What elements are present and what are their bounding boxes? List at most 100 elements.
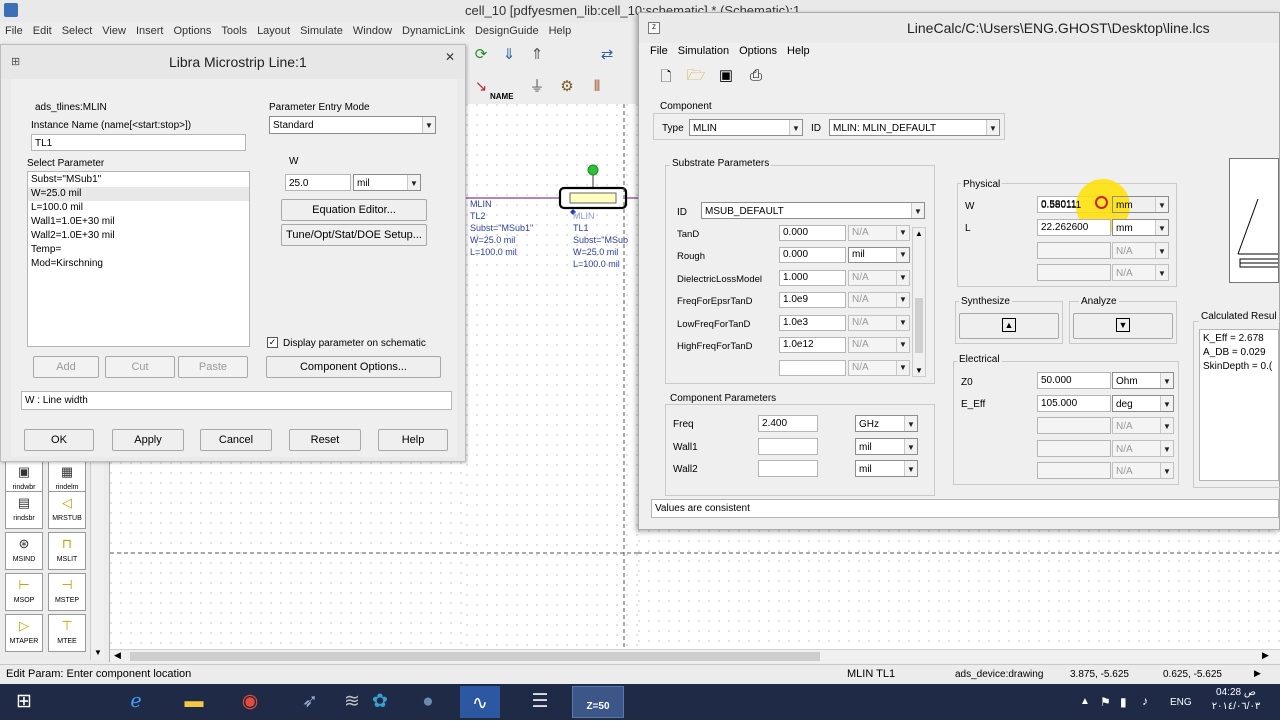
menu-insert[interactable]: Insert bbox=[131, 21, 169, 41]
substrate-row-unit[interactable]: N/A ▼ bbox=[848, 292, 910, 308]
substrate-row-unit[interactable]: N/A ▼ bbox=[848, 270, 910, 286]
phys-empty-unit[interactable]: N/A ▼ bbox=[1112, 264, 1169, 281]
scroll-down-icon[interactable]: ▼ bbox=[915, 366, 923, 375]
schematic-canvas-right[interactable] bbox=[638, 530, 1280, 649]
eeff-unit-select[interactable]: deg ▼ bbox=[1112, 395, 1174, 412]
equation-editor-button[interactable]: Equation Editor... bbox=[281, 199, 427, 221]
cut-button[interactable]: Cut bbox=[105, 356, 175, 378]
substrate-param-list[interactable]: TanD 0.000 N/A ▼ Rough 0.000 mil ▼ Dielect… bbox=[671, 225, 929, 379]
file-explorer-icon[interactable]: ▬ bbox=[174, 684, 214, 720]
display-parameter-checkbox[interactable]: ✓ bbox=[267, 337, 278, 348]
palette-mslit[interactable]: ⊓ MSLIT bbox=[48, 532, 86, 570]
chrome-icon[interactable]: ◉ bbox=[230, 684, 270, 720]
component-options-button[interactable]: Component Options... bbox=[266, 356, 441, 378]
palette-mstep[interactable]: ⊣ MSTEP bbox=[48, 573, 86, 611]
simulate-icon[interactable]: ⇓ bbox=[498, 44, 520, 66]
document-app-icon[interactable]: ☰ bbox=[520, 684, 560, 720]
waveform-app-icon[interactable]: ∿ bbox=[460, 686, 500, 718]
substrate-row-value[interactable]: 0.000 bbox=[779, 225, 846, 241]
menu-designguide[interactable]: DesignGuide bbox=[470, 21, 544, 41]
tray-network-icon[interactable]: ▮ bbox=[1120, 695, 1127, 709]
wall2-unit-select[interactable]: mil ▼ bbox=[855, 460, 918, 477]
elec-empty-unit[interactable]: N/A ▼ bbox=[1112, 440, 1174, 457]
menu-window[interactable]: Window bbox=[348, 21, 397, 41]
elec-empty-input[interactable] bbox=[1037, 462, 1111, 479]
start-windows-icon[interactable]: ⊞ bbox=[4, 684, 44, 720]
elec-empty-input[interactable] bbox=[1037, 440, 1111, 457]
menu-tools[interactable]: Tools bbox=[216, 21, 252, 41]
tray-clock[interactable]: ص 04:28 ٢٠١٤/٠٦/٠٣ bbox=[1204, 686, 1268, 718]
menu-file[interactable]: File bbox=[0, 21, 28, 41]
component-id-select[interactable]: MLIN: MLIN_DEFAULT ▼ bbox=[829, 119, 1000, 136]
substrate-row-unit[interactable]: N/A ▼ bbox=[848, 360, 910, 376]
param-w[interactable]: W=25.0 mil bbox=[28, 187, 249, 201]
substrate-row-value[interactable] bbox=[779, 360, 846, 376]
eeff-input[interactable]: 105.000 bbox=[1037, 395, 1111, 412]
status-scroll-right-icon[interactable]: ▶ bbox=[1254, 668, 1261, 679]
z0-unit-select[interactable]: Ohm ▼ bbox=[1112, 372, 1174, 389]
phys-l-input[interactable]: 22.262600 bbox=[1037, 219, 1111, 236]
substrate-id-select[interactable]: MSUB_DEFAULT ▼ bbox=[701, 202, 925, 219]
palette-msop[interactable]: ⊢ MSOP bbox=[5, 573, 43, 611]
upload-icon[interactable]: ⇑ bbox=[526, 44, 548, 66]
wall2-input[interactable] bbox=[758, 460, 818, 477]
linecalc-menu-simulation[interactable]: Simulation bbox=[673, 41, 734, 61]
analyze-button[interactable]: ▼ bbox=[1073, 313, 1173, 339]
help-button[interactable]: Help bbox=[378, 429, 448, 451]
phys-w-unit-select[interactable]: mm ▼ bbox=[1112, 196, 1169, 213]
ads-app-icon[interactable]: ➶ bbox=[290, 684, 330, 720]
ground-icon[interactable]: ⏚ bbox=[526, 76, 548, 98]
print-icon[interactable]: ⎙ bbox=[745, 65, 767, 87]
libra-close-button[interactable]: ✕ bbox=[437, 50, 463, 68]
freq-unit-select[interactable]: GHz ▼ bbox=[855, 415, 918, 432]
w-value-input[interactable]: 25.0 bbox=[285, 174, 351, 191]
palette-scrollbar[interactable]: ▼ bbox=[90, 462, 104, 660]
phys-empty-input[interactable] bbox=[1037, 264, 1111, 281]
globe-app-icon[interactable]: ● bbox=[408, 684, 448, 720]
scroll-thumb[interactable] bbox=[915, 298, 923, 353]
param-subst[interactable]: Subst="MSub1" bbox=[28, 173, 249, 187]
wall1-unit-select[interactable]: mil ▼ bbox=[855, 438, 918, 455]
tray-up-arrow-icon[interactable]: ▲ bbox=[1080, 696, 1090, 707]
port-icon[interactable]: ⫴ bbox=[586, 76, 608, 98]
menu-help[interactable]: Help bbox=[544, 21, 577, 41]
substrate-row-value[interactable]: 1.0e12 bbox=[779, 337, 846, 353]
substrate-row-unit[interactable]: N/A ▼ bbox=[848, 315, 910, 331]
substrate-row-unit[interactable]: N/A ▼ bbox=[848, 337, 910, 353]
substrate-row-value[interactable]: 1.0e3 bbox=[779, 315, 846, 331]
menu-dynamiclink[interactable]: DynamicLink bbox=[397, 21, 470, 41]
horizontal-scrollbar[interactable]: ◀ ▶ bbox=[110, 649, 1280, 663]
menu-view[interactable]: View bbox=[97, 21, 131, 41]
apply-button[interactable]: Apply bbox=[112, 429, 184, 451]
name-button[interactable]: NAME bbox=[490, 92, 514, 101]
new-file-icon[interactable]: 🗋 bbox=[655, 65, 677, 87]
elec-empty-unit[interactable]: N/A ▼ bbox=[1112, 417, 1174, 434]
substrate-row-value[interactable]: 0.000 bbox=[779, 247, 846, 263]
media-app-icon[interactable]: ✿ bbox=[360, 684, 400, 720]
tray-flag-icon[interactable]: ⚑ bbox=[1100, 695, 1111, 709]
palette-scroll-down-icon[interactable]: ▼ bbox=[94, 648, 102, 657]
open-folder-icon[interactable]: 🗁 bbox=[685, 65, 707, 87]
menu-simulate[interactable]: Simulate bbox=[295, 21, 348, 41]
substrate-row-value[interactable]: 1.000 bbox=[779, 270, 846, 286]
palette-mtee[interactable]: ⊤ MTEE bbox=[48, 614, 86, 652]
gear-icon[interactable]: ⚙ bbox=[556, 76, 578, 98]
schematic-canvas[interactable]: MLIN TL2 Subst="MSub1" W=25.0 mil L=100.… bbox=[466, 104, 638, 649]
z0-input[interactable]: 50.000 bbox=[1037, 372, 1111, 389]
parameter-list[interactable]: Subst="MSub1" W=25.0 mil L=100.0 mil Wal… bbox=[27, 171, 250, 347]
instance-name-input[interactable]: TL1 bbox=[31, 134, 246, 151]
wall1-input[interactable] bbox=[758, 438, 818, 455]
linecalc-menu-options[interactable]: Options bbox=[734, 41, 782, 61]
phys-empty-input[interactable] bbox=[1037, 242, 1111, 259]
save-icon[interactable]: ▣ bbox=[715, 65, 737, 87]
palette-msind[interactable]: ⊛ MSIND bbox=[5, 532, 43, 570]
reset-button[interactable]: Reset bbox=[289, 429, 361, 451]
scroll-thumb[interactable] bbox=[130, 652, 820, 661]
freq-input[interactable]: 2.400 bbox=[758, 415, 818, 432]
ie-browser-icon[interactable]: ℯ bbox=[116, 684, 156, 720]
tune-opt-button[interactable]: Tune/Opt/Stat/DOE Setup... bbox=[281, 224, 427, 246]
type-select[interactable]: MLIN ▼ bbox=[689, 119, 803, 136]
elec-empty-input[interactable] bbox=[1037, 417, 1111, 434]
scroll-up-icon[interactable]: ▲ bbox=[915, 229, 923, 238]
cancel-button[interactable]: Cancel bbox=[200, 429, 272, 451]
